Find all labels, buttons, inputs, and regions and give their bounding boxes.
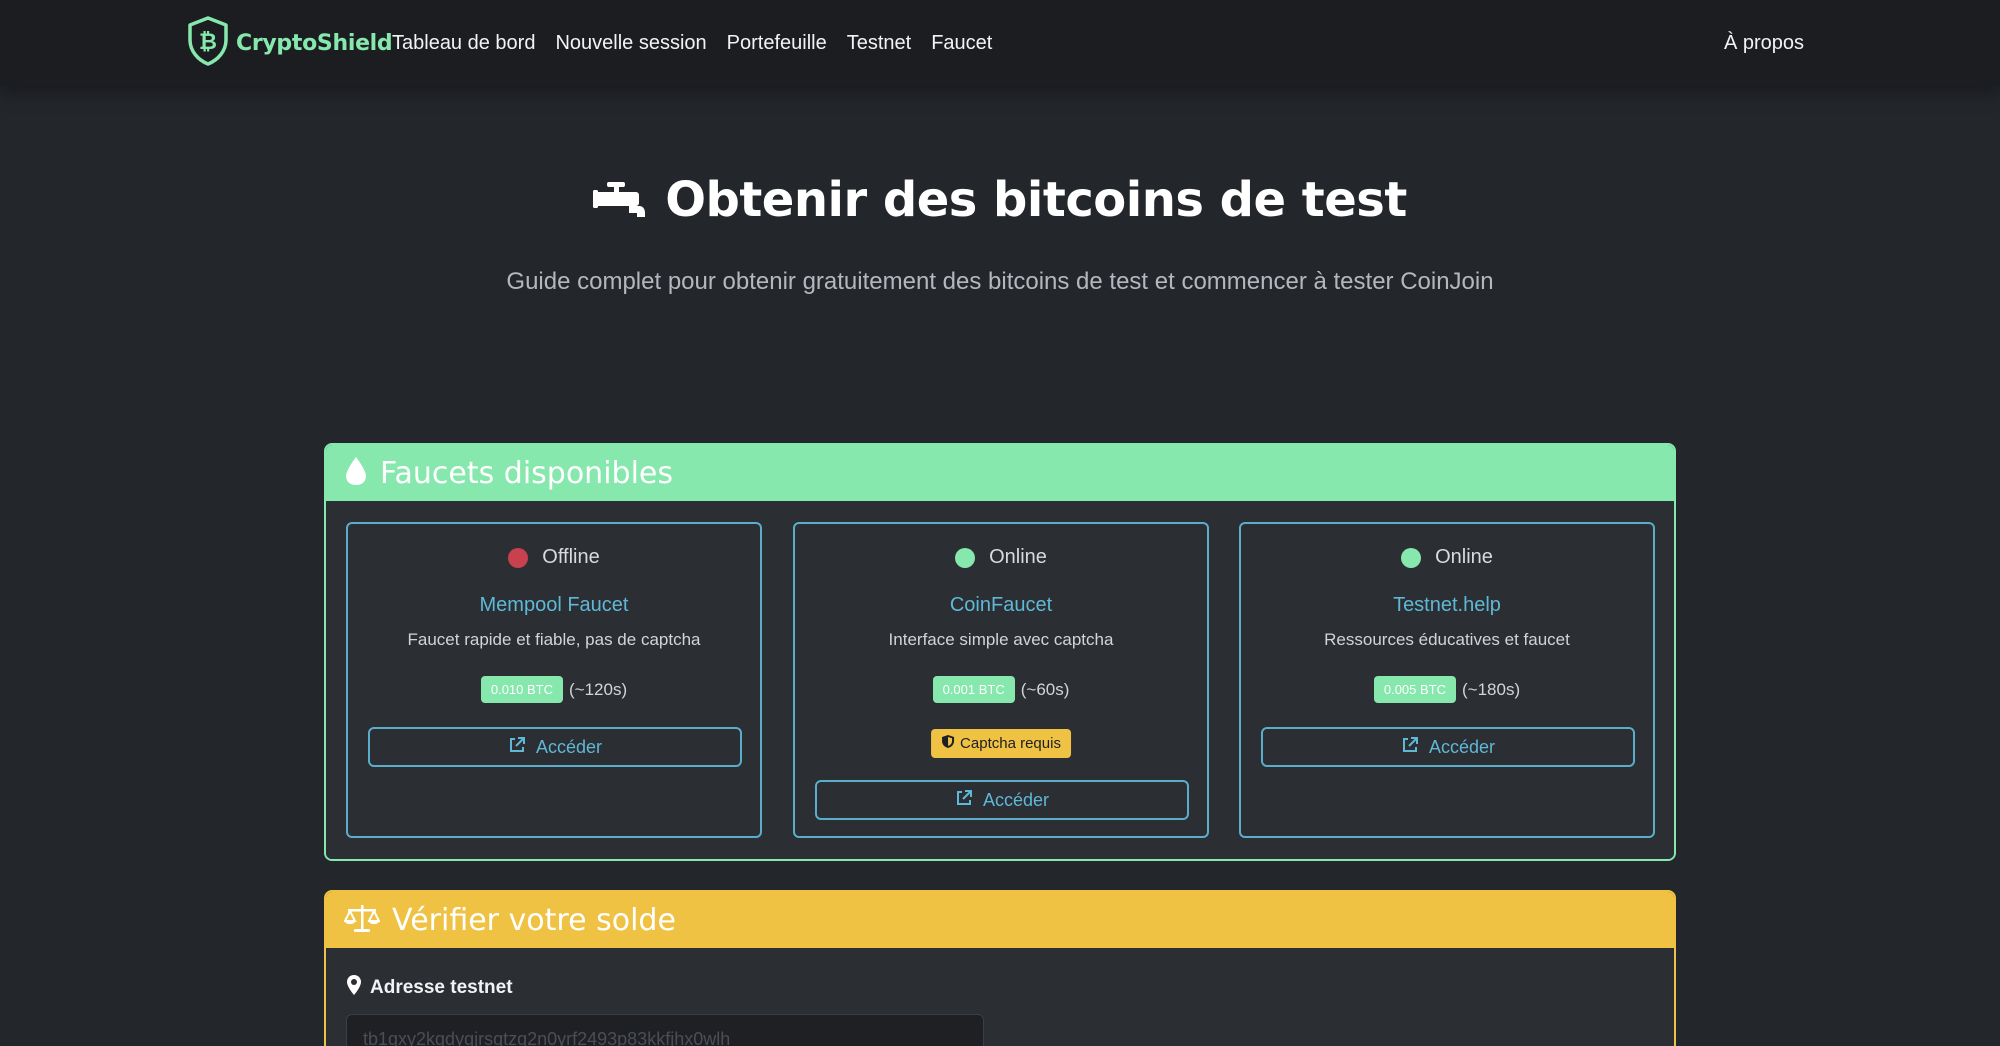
scale-icon — [343, 903, 381, 938]
captcha-label: Captcha requis — [960, 735, 1061, 752]
external-link-icon — [955, 789, 973, 812]
faucet-status-label: Offline — [542, 546, 600, 568]
nav-link-about[interactable]: À propos — [1724, 32, 1804, 55]
faucet-status: Online — [795, 546, 1207, 569]
faucets-panel: Faucets disponibles Offline Mempool Fauc… — [324, 443, 1676, 861]
faucets-panel-body: Offline Mempool Faucet Faucet rapide et … — [326, 501, 1674, 859]
faucet-card-mempool: Offline Mempool Faucet Faucet rapide et … — [346, 522, 762, 838]
status-offline-icon — [508, 547, 529, 568]
faucet-icon — [593, 176, 647, 225]
external-link-icon — [1401, 736, 1419, 759]
page-title: Obtenir des bitcoins de test — [665, 172, 1407, 228]
hero-heading: Obtenir des bitcoins de test — [0, 172, 2000, 228]
faucet-amount-row: 0.010 BTC (~120s) — [348, 676, 760, 703]
faucet-name: Mempool Faucet — [479, 594, 629, 616]
testnet-address-input[interactable] — [346, 1014, 984, 1046]
brand-logo-link[interactable]: ₿ CryptoShield — [186, 15, 393, 71]
faucets-panel-title: Faucets disponibles — [380, 455, 673, 491]
external-link-icon — [508, 736, 526, 759]
svg-text:₿: ₿ — [199, 30, 217, 55]
nav-link-new-session[interactable]: Nouvelle session — [555, 32, 706, 55]
access-button-testnet-help[interactable]: Accéder — [1261, 727, 1635, 767]
nav-link-testnet[interactable]: Testnet — [847, 32, 911, 55]
balance-panel-body: Adresse testnet — [326, 948, 1674, 1046]
status-online-icon — [1401, 547, 1422, 568]
faucet-amount-row: 0.001 BTC (~60s) — [795, 676, 1207, 703]
balance-panel-title: Vérifier votre solde — [392, 902, 676, 938]
droplet-icon — [344, 455, 368, 492]
faucet-card-coinfaucet: Online CoinFaucet Interface simple avec … — [793, 522, 1209, 838]
address-field-label: Adresse testnet — [346, 974, 513, 1002]
bitcoin-shield-icon: ₿ — [186, 15, 230, 71]
nav-link-dashboard[interactable]: Tableau de bord — [392, 32, 535, 55]
faucet-name: Testnet.help — [1393, 594, 1501, 616]
access-button-mempool[interactable]: Accéder — [368, 727, 742, 767]
status-online-icon — [955, 547, 976, 568]
map-pin-icon — [346, 974, 362, 1002]
access-button-label: Accéder — [535, 736, 603, 757]
faucet-name: CoinFaucet — [949, 594, 1053, 616]
wait-time: (~120s) — [569, 679, 628, 699]
balance-panel: Vérifier votre solde Adresse testnet — [324, 890, 1676, 1046]
top-navbar: ₿ CryptoShield Tableau de bord Nouvelle … — [0, 0, 2000, 86]
amount-badge: 0.001 BTC — [932, 676, 1015, 703]
balance-panel-header: Vérifier votre solde — [326, 892, 1674, 948]
faucet-description: Faucet rapide et fiable, pas de captcha — [407, 630, 701, 649]
access-button-coinfaucet[interactable]: Accéder — [815, 780, 1189, 820]
main-nav: Tableau de bord Nouvelle session Portefe… — [392, 0, 992, 86]
faucet-status-label: Online — [989, 546, 1047, 568]
faucet-status-label: Online — [1435, 546, 1493, 568]
amount-badge: 0.010 BTC — [480, 676, 564, 703]
faucets-panel-header: Faucets disponibles — [326, 445, 1674, 501]
faucet-status: Online — [1241, 546, 1653, 569]
faucet-amount-row: 0.005 BTC (~180s) — [1241, 676, 1653, 703]
wait-time: (~180s) — [1462, 679, 1521, 699]
shield-icon — [941, 734, 955, 753]
faucet-description: Ressources éducatives et faucet — [1324, 630, 1570, 649]
amount-badge: 0.005 BTC — [1373, 676, 1457, 703]
wait-time: (~60s) — [1020, 679, 1070, 699]
brand-name: CryptoShield — [236, 30, 393, 56]
address-label-text: Adresse testnet — [370, 977, 513, 998]
faucet-description: Interface simple avec captcha — [888, 630, 1114, 649]
captcha-required-badge: Captcha requis — [931, 729, 1071, 758]
nav-link-wallet[interactable]: Portefeuille — [727, 32, 827, 55]
page-subtitle: Guide complet pour obtenir gratuitement … — [506, 268, 1494, 295]
faucet-card-testnet-help: Online Testnet.help Ressources éducative… — [1239, 522, 1655, 838]
faucet-status: Offline — [348, 546, 760, 569]
nav-link-faucet[interactable]: Faucet — [931, 32, 992, 55]
access-button-label: Accéder — [982, 789, 1050, 810]
access-button-label: Accéder — [1428, 736, 1496, 757]
